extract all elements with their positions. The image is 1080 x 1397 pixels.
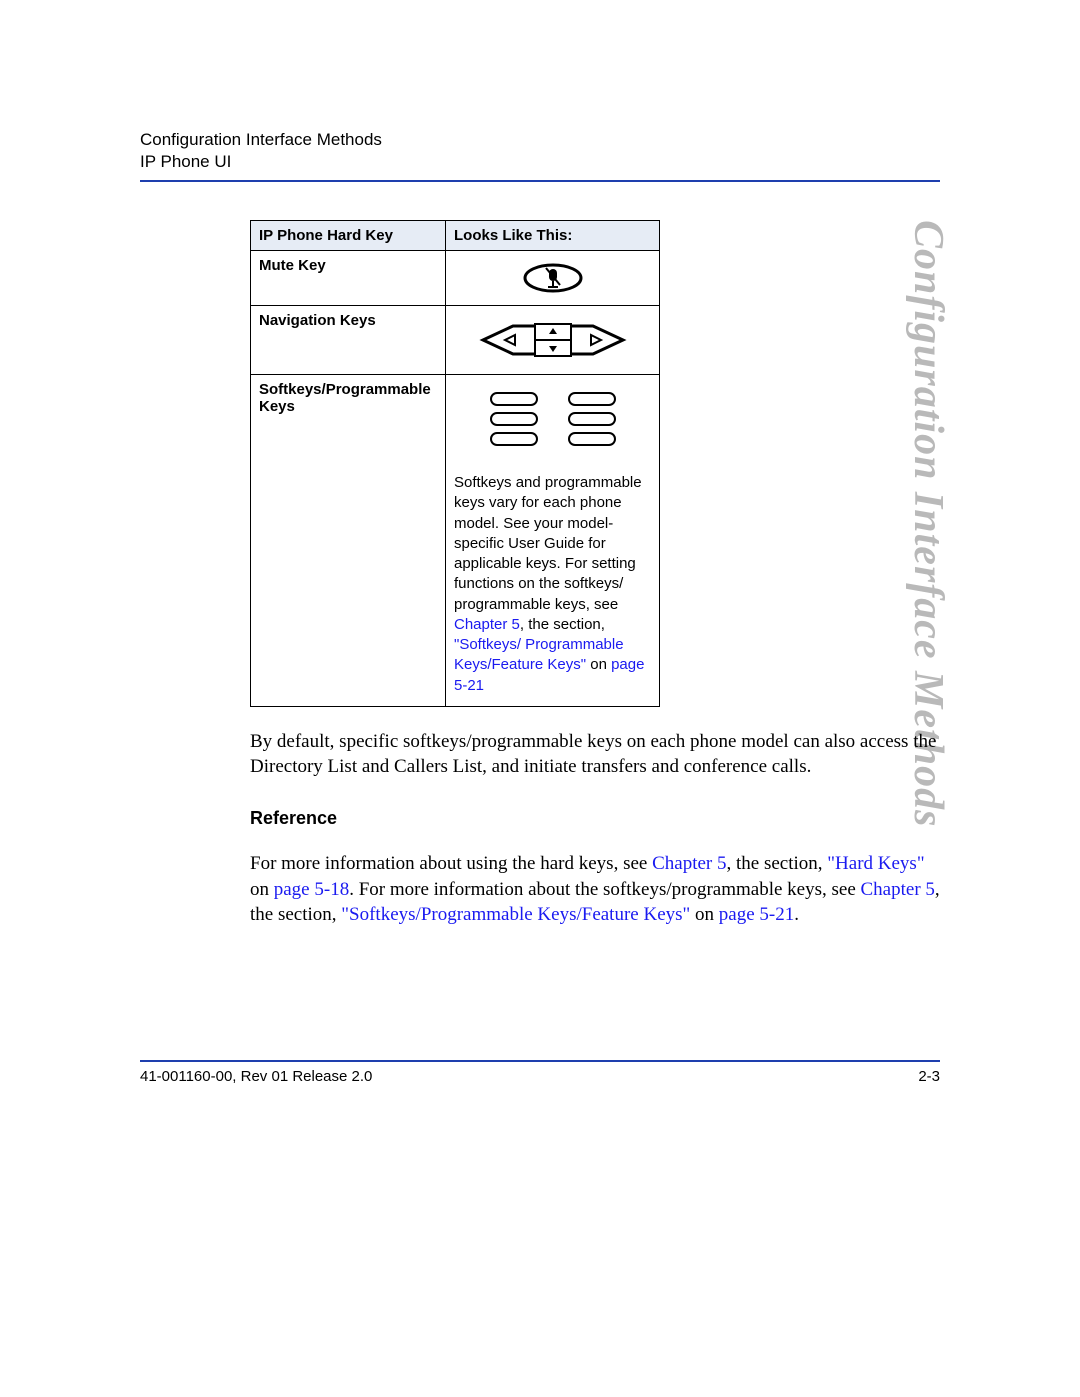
- row-image-mute: [446, 251, 660, 306]
- footer-doc-id: 41-001160-00, Rev 01 Release 2.0: [140, 1068, 372, 1085]
- table-header-key: IP Phone Hard Key: [251, 221, 446, 251]
- main-content: IP Phone Hard Key Looks Like This: Mute …: [250, 220, 940, 928]
- page-footer: 41-001160-00, Rev 01 Release 2.0 2-3: [140, 1060, 940, 1085]
- row-image-nav: [446, 306, 660, 375]
- running-header-section: IP Phone UI: [140, 152, 940, 172]
- desc-text: on: [586, 656, 611, 673]
- reference-paragraph: For more information about using the har…: [250, 851, 940, 928]
- desc-text: Softkeys and programmable keys vary for …: [454, 474, 642, 613]
- footer-page-number: 2-3: [918, 1068, 940, 1085]
- body-paragraph: By default, specific softkeys/programmab…: [250, 729, 940, 780]
- row-label-softkeys: Softkeys/Programmable Keys: [251, 375, 446, 707]
- footer-rule: [140, 1060, 940, 1062]
- running-header-chapter: Configuration Interface Methods: [140, 130, 940, 150]
- link-chapter-5[interactable]: Chapter 5: [861, 879, 935, 900]
- desc-text: , the section,: [520, 616, 605, 633]
- softkeys-description: Softkeys and programmable keys vary for …: [454, 473, 651, 696]
- navigation-keys-icon: [473, 316, 633, 364]
- link-page-5-18[interactable]: page 5-18: [274, 879, 349, 900]
- link-softkeys-section[interactable]: "Softkeys/Programmable Keys/Feature Keys…: [341, 904, 690, 925]
- row-label-nav: Navigation Keys: [251, 306, 446, 375]
- ref-text: on: [250, 879, 274, 900]
- hard-key-table: IP Phone Hard Key Looks Like This: Mute …: [250, 220, 660, 707]
- table-row: Navigation Keys: [251, 306, 660, 375]
- reference-heading: Reference: [250, 808, 940, 829]
- ref-text: , the section,: [727, 853, 828, 874]
- softkeys-icon: [473, 385, 633, 455]
- mute-key-icon: [522, 261, 584, 295]
- link-page-5-21[interactable]: page 5-21: [719, 904, 794, 925]
- table-header-row: IP Phone Hard Key Looks Like This:: [251, 221, 660, 251]
- link-hard-keys[interactable]: "Hard Keys": [827, 853, 924, 874]
- row-label-mute: Mute Key: [251, 251, 446, 306]
- page-content: Configuration Interface Methods IP Phone…: [140, 130, 940, 928]
- ref-text: For more information about using the har…: [250, 853, 652, 874]
- ref-text: on: [690, 904, 719, 925]
- link-chapter-5[interactable]: Chapter 5: [652, 853, 726, 874]
- ref-text: .: [794, 904, 799, 925]
- header-rule: [140, 180, 940, 182]
- table-header-look: Looks Like This:: [446, 221, 660, 251]
- table-row: Mute Key: [251, 251, 660, 306]
- row-image-softkeys: Softkeys and programmable keys vary for …: [446, 375, 660, 707]
- ref-text: . For more information about the softkey…: [349, 879, 860, 900]
- table-row: Softkeys/Programmable Keys Sof: [251, 375, 660, 707]
- link-chapter-5[interactable]: Chapter 5: [454, 616, 520, 633]
